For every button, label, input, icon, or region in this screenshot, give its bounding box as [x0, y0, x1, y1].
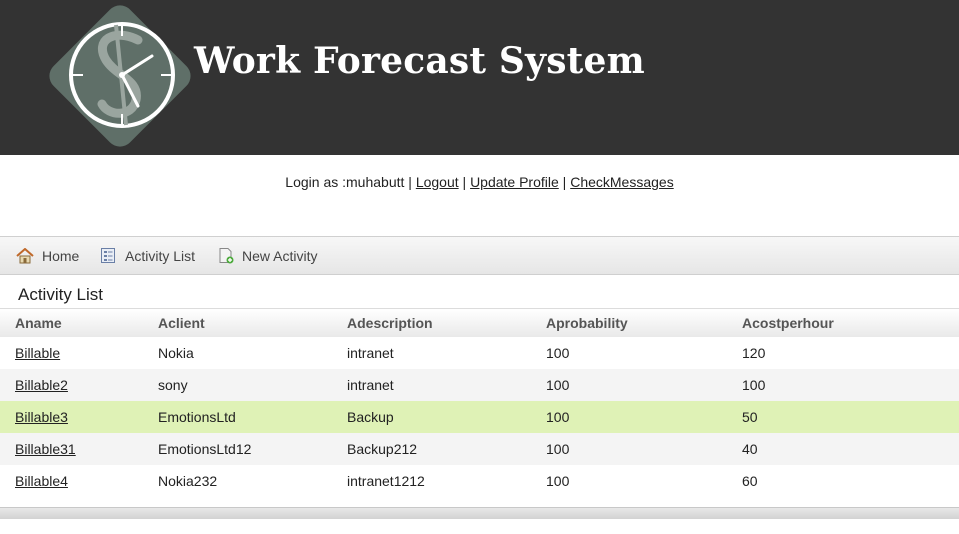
cell-costperhour: 40: [742, 441, 758, 457]
column-header-aclient[interactable]: Aclient: [158, 315, 205, 331]
table-row[interactable]: Billable Nokia intranet 100 120: [0, 337, 959, 369]
column-header-acostperhour[interactable]: Acostperhour: [742, 315, 834, 331]
table-row[interactable]: Billable31 EmotionsLtd12 Backup212 100 4…: [0, 433, 959, 465]
nav-new-activity[interactable]: New Activity: [218, 237, 317, 274]
cell-client: Nokia232: [158, 473, 218, 489]
login-bar: Login as :muhabutt | Logout | Update Pro…: [0, 174, 959, 190]
column-header-adescription[interactable]: Adescription: [347, 315, 433, 331]
cell-probability: 100: [546, 377, 570, 393]
clock-dollar-icon: [49, 5, 191, 147]
login-label: Login as :muhabutt: [285, 174, 405, 190]
cell-description: Backup212: [347, 441, 418, 457]
table-row[interactable]: Billable4 Nokia232 intranet1212 100 60: [0, 465, 959, 497]
column-header-aname[interactable]: Aname: [15, 315, 62, 331]
cell-probability: 100: [546, 345, 570, 361]
activity-name-link[interactable]: Billable3: [15, 409, 68, 425]
cell-description: intranet: [347, 377, 394, 393]
table-row[interactable]: Billable2 sony intranet 100 100: [0, 369, 959, 401]
check-messages-link[interactable]: CheckMessages: [570, 174, 674, 190]
footer-divider: [0, 507, 959, 519]
home-icon: [16, 247, 34, 263]
cell-client: Nokia: [158, 345, 194, 361]
section-title: Activity List: [18, 285, 104, 304]
cell-client: EmotionsLtd: [158, 409, 236, 425]
cell-description: intranet1212: [347, 473, 425, 489]
cell-costperhour: 60: [742, 473, 758, 489]
table-row-highlighted[interactable]: Billable3 EmotionsLtd Backup 100 50: [0, 401, 959, 433]
app-title: Work Forecast System: [194, 40, 645, 82]
activity-name-link[interactable]: Billable4: [15, 473, 68, 489]
activity-name-link[interactable]: Billable31: [15, 441, 76, 457]
activity-table: Aname Aclient Adescription Aprobability …: [0, 308, 959, 497]
column-header-aprobability[interactable]: Aprobability: [546, 315, 628, 331]
cell-client: sony: [158, 377, 188, 393]
cell-client: EmotionsLtd12: [158, 441, 252, 457]
separator: |: [408, 174, 412, 190]
nav-home[interactable]: Home: [16, 237, 79, 274]
nav-activity-list-label: Activity List: [125, 247, 196, 264]
activity-name-link[interactable]: Billable2: [15, 377, 68, 393]
nav-home-label: Home: [42, 247, 80, 264]
header: Work Forecast System: [0, 0, 959, 155]
separator: |: [462, 174, 467, 190]
table-header: Aname Aclient Adescription Aprobability …: [0, 308, 959, 337]
nav-new-activity-label: New Activity: [242, 247, 318, 264]
cell-probability: 100: [546, 441, 570, 457]
list-icon: [101, 248, 115, 263]
cell-description: Backup: [347, 409, 394, 425]
nav-activity-list[interactable]: Activity List: [100, 237, 195, 274]
cell-costperhour: 120: [742, 345, 766, 361]
update-profile-link[interactable]: Update Profile: [470, 174, 559, 190]
cell-costperhour: 100: [742, 377, 766, 393]
separator: |: [562, 174, 567, 190]
activity-name-link[interactable]: Billable: [15, 345, 60, 361]
cell-costperhour: 50: [742, 409, 758, 425]
nav-bar: Home Activity List New Activity: [0, 236, 959, 275]
new-document-icon: [219, 248, 234, 264]
logout-link[interactable]: Logout: [416, 174, 459, 190]
cell-probability: 100: [546, 473, 570, 489]
cell-probability: 100: [546, 409, 570, 425]
cell-description: intranet: [347, 345, 394, 361]
